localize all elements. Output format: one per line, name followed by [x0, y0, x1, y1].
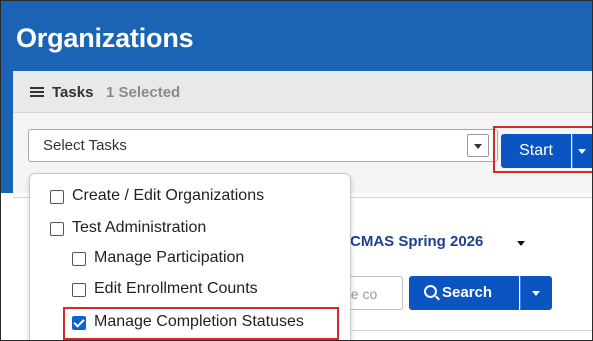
divider	[331, 330, 592, 331]
completion-highlight-box	[63, 307, 339, 340]
search-icon	[424, 285, 437, 298]
tasks-heading: Tasks 1 Selected	[13, 71, 592, 113]
checkbox[interactable]	[50, 190, 64, 204]
select-tasks-text: Select Tasks	[43, 137, 127, 154]
checkbox[interactable]	[50, 222, 64, 236]
menu-item-label: Edit Enrollment Counts	[94, 280, 258, 297]
menu-item-label: Manage Participation	[94, 249, 245, 266]
chevron-down-icon[interactable]	[467, 134, 489, 157]
checkbox[interactable]	[72, 252, 86, 266]
chevron-down-icon[interactable]	[517, 241, 525, 246]
search-split-caret-icon[interactable]	[520, 276, 552, 310]
administration-selector[interactable]: CMAS Spring 2026	[350, 233, 483, 250]
tasks-label: Tasks	[52, 84, 94, 101]
page-title: Organizations	[16, 23, 194, 53]
menu-item-label: Test Administration	[72, 219, 207, 236]
select-tasks-dropdown[interactable]: Select Tasks	[28, 129, 498, 162]
search-label: Search	[442, 284, 493, 301]
app-frame: Organizations Tasks 1 Selected Select Ta…	[0, 0, 593, 341]
tasks-list-icon	[30, 87, 44, 98]
start-button[interactable]: Start	[501, 134, 571, 168]
menu-item-label: Create / Edit Organizations	[72, 187, 265, 204]
selected-count: 1 Selected	[106, 84, 181, 101]
checkbox[interactable]	[72, 283, 86, 297]
search-button[interactable]: Search	[409, 276, 519, 310]
start-split-caret-icon[interactable]	[572, 134, 592, 168]
